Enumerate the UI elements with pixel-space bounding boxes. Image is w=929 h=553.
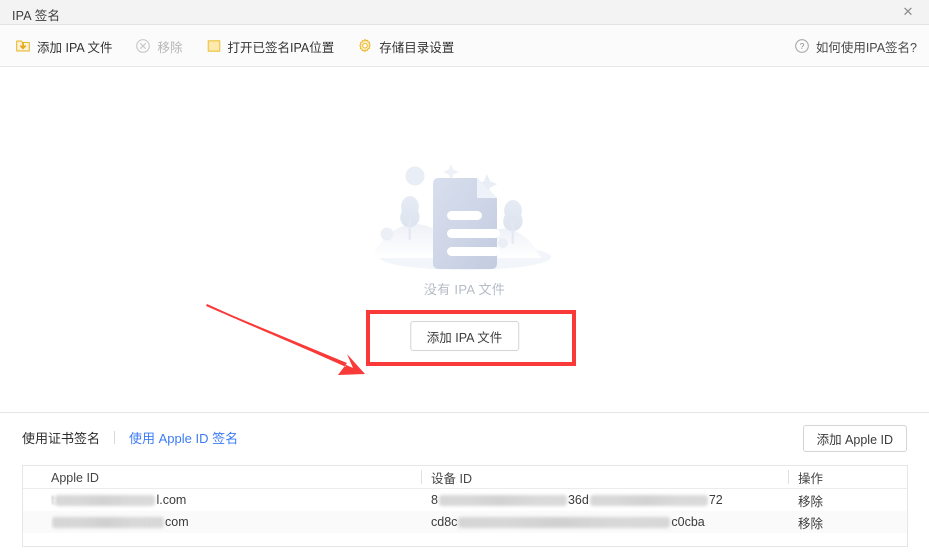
apple-id-visible-suffix: l.com xyxy=(156,493,187,507)
cell-action: 移除 xyxy=(798,489,898,511)
cell-device-id: cd8c c0cba xyxy=(431,511,783,533)
empty-state: 没有 IPA 文件 添加 IPA 文件 xyxy=(0,67,929,412)
toolbar-item-label: 移除 xyxy=(157,40,183,55)
column-divider xyxy=(421,470,422,484)
toolbar-storage-directory-settings-button[interactable]: 存储目录设置 xyxy=(354,33,462,59)
toolbar-add-ipa-file-button[interactable]: 添加 IPA 文件 xyxy=(12,33,120,59)
cell-apple-id: t l.com xyxy=(51,493,187,507)
column-header-device-id: 设备 ID xyxy=(431,472,472,486)
column-divider xyxy=(788,470,789,484)
table-header-row: Apple ID 设备 ID 操作 xyxy=(23,466,907,489)
row-remove-button[interactable]: 移除 xyxy=(798,491,823,510)
apple-id-visible-suffix: com xyxy=(165,515,189,529)
device-id-mid: 36d xyxy=(567,493,589,507)
tab-sign-with-certificate[interactable]: 使用证书签名 xyxy=(22,428,100,447)
gear-icon xyxy=(359,38,371,53)
toolbar-open-signed-location-button[interactable]: 打开已签名IPA位置 xyxy=(203,33,343,59)
table-row[interactable]: com cd8c c0cba 移除 xyxy=(23,511,907,533)
close-icon[interactable]: ✕ xyxy=(887,0,929,24)
cell-apple-id: com xyxy=(51,511,419,533)
cell-action: 移除 xyxy=(798,511,898,533)
remove-circle-icon xyxy=(136,39,151,53)
toolbar-help-label: 如何使用IPA签名? xyxy=(815,40,917,55)
column-header-apple-id: Apple ID xyxy=(51,470,99,485)
empty-document-illustration xyxy=(370,164,551,270)
empty-state-message: 没有 IPA 文件 xyxy=(423,282,506,297)
device-id-prefix: cd8c xyxy=(431,515,458,529)
main-content-area: 没有 IPA 文件 添加 IPA 文件 xyxy=(0,67,929,412)
column-header-action: 操作 xyxy=(798,472,824,486)
title-bar: IPA 签名 ✕ xyxy=(0,0,929,25)
row-remove-button[interactable]: 移除 xyxy=(798,513,823,532)
tab-sign-with-apple-id[interactable]: 使用 Apple ID 签名 xyxy=(129,428,238,447)
question-circle-icon: ? xyxy=(794,39,809,53)
toolbar: 添加 IPA 文件 移除 打开已签名IPA位置 存储目录设置 ? 如何使用IPA… xyxy=(0,25,929,67)
svg-text:?: ? xyxy=(799,41,804,51)
device-id-suffix: c0cba xyxy=(671,515,705,529)
window-title: IPA 签名 xyxy=(12,9,61,23)
apple-id-table: Apple ID 设备 ID 操作 t l.com 8 36d 72 移除 co… xyxy=(22,465,908,547)
folder-icon xyxy=(207,40,220,52)
toolbar-item-label: 存储目录设置 xyxy=(379,40,455,55)
toolbar-item-label: 添加 IPA 文件 xyxy=(37,40,113,55)
device-id-suffix: 72 xyxy=(708,493,723,507)
signing-panel: 使用证书签名 使用 Apple ID 签名 添加 Apple ID Apple … xyxy=(0,412,929,553)
toolbar-remove-button[interactable]: 移除 xyxy=(132,33,190,59)
toolbar-item-label: 打开已签名IPA位置 xyxy=(227,40,335,55)
ipa-signer-window: IPA 签名 ✕ 添加 IPA 文件 移除 打开已签名IPA位置 存储目录设置 … xyxy=(0,0,929,553)
table-row[interactable]: t l.com 8 36d 72 移除 xyxy=(23,489,907,511)
import-file-icon xyxy=(16,40,30,52)
toolbar-items: 添加 IPA 文件 移除 打开已签名IPA位置 存储目录设置 xyxy=(12,25,474,67)
device-id-prefix: 8 xyxy=(431,493,438,507)
cell-device-id: 8 36d 72 xyxy=(431,489,783,511)
toolbar-help-link[interactable]: ? 如何使用IPA签名? xyxy=(793,25,917,67)
add-ipa-file-button[interactable]: 添加 IPA 文件 xyxy=(409,321,520,351)
add-apple-id-button[interactable]: 添加 Apple ID xyxy=(802,425,907,452)
tab-separator xyxy=(114,431,116,444)
signing-mode-tabs: 使用证书签名 使用 Apple ID 签名 xyxy=(22,428,238,447)
